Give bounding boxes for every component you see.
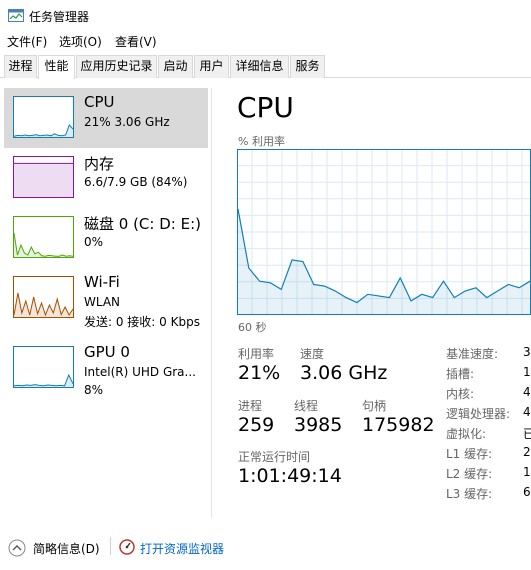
speed-label: 速度	[300, 347, 325, 361]
handles-label: 句柄	[362, 399, 387, 413]
footer: 简略信息(D) 打开资源监视器	[0, 530, 531, 566]
summary-toggle[interactable]	[8, 539, 26, 557]
cpu-utilization-chart	[237, 149, 531, 315]
wifi-thumbnail-graph	[13, 276, 74, 318]
title-bar: 任务管理器	[0, 0, 531, 30]
menu-bar: 文件(F) 选项(O) 查看(V)	[0, 30, 531, 52]
resource-item-wifi[interactable]: Wi-Fi WLAN 发送: 0 接收: 0 Kbps	[4, 268, 208, 329]
window-title: 任务管理器	[29, 10, 90, 24]
uptime-value: 1:01:49:14	[238, 465, 342, 487]
tab-app-history[interactable]: 应用历史记录	[76, 55, 157, 78]
spec-value: 1	[523, 465, 531, 479]
resource-detail-2: 发送: 0 接收: 0 Kbps	[84, 315, 200, 329]
resource-name: Wi-Fi	[84, 273, 120, 291]
spec-value: 已	[523, 427, 531, 441]
resource-item-cpu[interactable]: CPU 21% 3.06 GHz	[4, 88, 208, 148]
spec-label: L2 缓存:	[446, 467, 493, 481]
resource-monitor-icon	[119, 539, 135, 555]
utilization-value: 21%	[238, 362, 281, 384]
panel-divider[interactable]	[211, 88, 212, 518]
tab-performance[interactable]: 性能	[38, 55, 75, 79]
resource-detail: WLAN	[84, 295, 121, 309]
speed-value: 3.06 GHz	[300, 362, 388, 384]
menu-file[interactable]: 文件(F)	[7, 33, 47, 50]
spec-value: 4	[523, 385, 531, 399]
menu-view[interactable]: 查看(V)	[115, 33, 157, 50]
spec-label: 插槽:	[446, 367, 475, 381]
spec-value: 4	[523, 405, 531, 419]
thumbnail-area	[14, 163, 73, 197]
threads-value: 3985	[294, 414, 343, 436]
memory-thumbnail-graph	[13, 156, 74, 198]
processes-label: 进程	[238, 399, 263, 413]
spec-label: 虚拟化:	[446, 427, 487, 441]
open-resource-monitor-link[interactable]: 打开资源监视器	[140, 540, 224, 557]
resource-detail: 6.6/7.9 GB (84%)	[84, 175, 188, 189]
cpu-thumbnail-graph	[13, 96, 74, 138]
spec-label: L3 缓存:	[446, 487, 493, 501]
spec-value: 6	[523, 485, 531, 499]
resource-name: CPU	[84, 93, 115, 111]
spec-value: 2	[523, 445, 531, 459]
footer-divider	[110, 537, 111, 555]
resource-name: 内存	[84, 155, 115, 173]
resource-detail: 21% 3.06 GHz	[84, 115, 170, 129]
tab-processes[interactable]: 进程	[4, 55, 37, 78]
resource-detail-2: 8%	[84, 383, 104, 397]
tab-bar: 进程 性能 应用历史记录 启动 用户 详细信息 服务	[0, 55, 531, 79]
chart-time-label: 60 秒	[238, 321, 267, 334]
tab-details[interactable]: 详细信息	[230, 55, 289, 78]
uptime-label: 正常运行时间	[238, 450, 311, 464]
resource-detail: 0%	[84, 235, 104, 249]
gpu-thumbnail-graph	[13, 346, 74, 388]
spec-value: 3	[523, 345, 531, 359]
processes-value: 259	[238, 414, 275, 436]
threads-label: 线程	[294, 399, 319, 413]
menu-options[interactable]: 选项(O)	[59, 33, 102, 50]
spec-label: 逻辑处理器:	[446, 407, 511, 421]
chart-axis-label: % 利用率	[238, 135, 285, 148]
tab-startup[interactable]: 启动	[158, 55, 193, 78]
summary-button[interactable]: 简略信息(D)	[33, 540, 100, 557]
resource-item-memory[interactable]: 内存 6.6/7.9 GB (84%)	[4, 148, 208, 208]
spec-label: L1 缓存:	[446, 447, 493, 461]
tab-services[interactable]: 服务	[290, 55, 325, 78]
page-title: CPU	[237, 91, 294, 124]
resource-name: GPU 0	[84, 343, 130, 361]
spec-value: 1	[523, 365, 531, 379]
disk-thumbnail-graph	[13, 216, 74, 258]
tab-users[interactable]: 用户	[194, 55, 229, 78]
chevron-up-icon	[8, 539, 26, 557]
resource-item-disk[interactable]: 磁盘 0 (C: D: E:) 0%	[4, 208, 208, 268]
resource-name: 磁盘 0 (C: D: E:)	[84, 215, 201, 233]
utilization-label: 利用率	[238, 347, 275, 361]
handles-value: 175982	[362, 414, 435, 436]
resource-item-gpu[interactable]: GPU 0 Intel(R) UHD Gra... 8%	[4, 338, 208, 398]
spec-label: 内核:	[446, 387, 475, 401]
task-manager-icon	[8, 9, 24, 22]
resource-detail: Intel(R) UHD Gra...	[84, 365, 196, 379]
spec-label: 基准速度:	[446, 347, 499, 361]
